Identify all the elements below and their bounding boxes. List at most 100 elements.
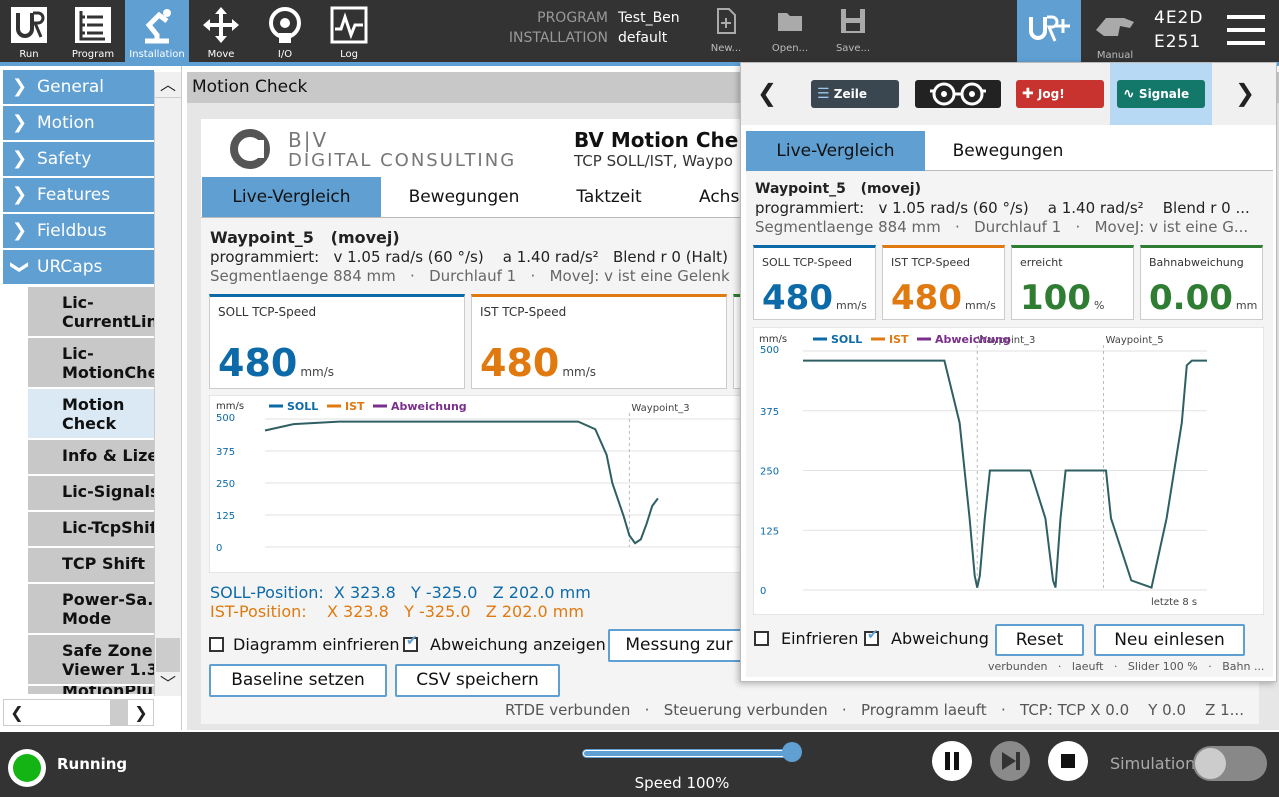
simulation-toggle[interactable] <box>1193 746 1267 781</box>
hscroll-thumb[interactable] <box>110 700 128 725</box>
freeze-chart-checkbox[interactable] <box>209 637 224 652</box>
pill-zeile[interactable]: ☰ Zeile <box>811 80 899 108</box>
subitem-line1: Lic- <box>62 293 94 312</box>
sidebar-item-motion[interactable]: ❯ Motion <box>3 106 154 140</box>
bv-logo-icon <box>230 129 270 169</box>
sidebar-item-label: Features <box>37 185 111 205</box>
top-bar: Run Program Installation Move I/O Log PR… <box>0 0 1279 62</box>
pill-signale[interactable]: ∿ Signale <box>1117 80 1205 108</box>
subitem-line1: Safe Zone <box>62 641 153 660</box>
overlay-freeze-checkbox[interactable] <box>754 631 769 646</box>
sidebar-item-general[interactable]: ❯ General <box>3 70 154 104</box>
reload-button[interactable]: Neu einlesen <box>1094 624 1245 656</box>
subitem-line2: Mode <box>62 609 112 628</box>
card-value: 480 mm/s <box>762 278 867 318</box>
card-value: 480 mm/s <box>891 278 996 318</box>
sidebar-item-features[interactable]: ❯ Features <box>3 178 154 212</box>
nav-installation[interactable]: Installation <box>125 0 189 62</box>
y-tick-label: 125 <box>216 511 235 522</box>
sidebar-subitem-info-lize[interactable]: Info & Lize <box>28 440 154 476</box>
nav-log-label: Log <box>340 49 358 60</box>
tab-bewegungen[interactable]: Bewegungen <box>381 177 547 217</box>
move-arrows-icon: ✚ <box>1022 86 1034 102</box>
tab-taktzeit[interactable]: Taktzeit <box>547 177 671 217</box>
pulse-icon: ∿ <box>1123 86 1135 102</box>
overlay-prev-button[interactable]: ❮ <box>757 77 787 109</box>
scroll-right-button[interactable]: ❯ <box>128 700 154 725</box>
pill-glasses[interactable] <box>915 80 1001 108</box>
reset-button[interactable]: Reset <box>995 624 1084 656</box>
sidebar-subitem-motion-check[interactable]: Motion Check <box>28 389 154 440</box>
save-button[interactable]: Save... <box>828 0 878 62</box>
logo-bv: B|V <box>288 128 329 152</box>
hamburger-menu-button[interactable] <box>1227 14 1265 46</box>
sidebar-subitem-motionplus[interactable]: MotionPlu <box>28 686 154 696</box>
waypoint-label: Waypoint_5 <box>210 228 314 247</box>
scroll-thumb[interactable] <box>156 638 180 672</box>
waypoint-annotation: Waypoint_5 <box>1105 335 1163 346</box>
scroll-left-button[interactable]: ❮ <box>4 700 30 725</box>
value-number: 480 <box>891 278 962 318</box>
checkmark-icon: ✔ <box>406 633 418 649</box>
sidebar-subitem-lic-motioncheck[interactable]: Lic- MotionChe <box>28 338 154 389</box>
y-tick-label: 375 <box>216 447 235 458</box>
overlay-deviation-checkbox[interactable]: ✔ <box>864 627 879 646</box>
manual-mode-button[interactable]: Manual <box>1086 0 1144 62</box>
sidebar-subitem-lic-tcpshift[interactable]: Lic-TcpShift <box>28 512 154 548</box>
sidebar-subitem-lic-currentlin[interactable]: Lic- CurrentLin <box>28 287 154 338</box>
step-button[interactable] <box>990 741 1030 781</box>
freeze-chart-label: Diagramm einfrieren <box>233 635 400 654</box>
nav-run[interactable]: Run <box>0 0 58 62</box>
pause-button[interactable] <box>932 741 972 781</box>
sidebar-subitem-power-saving[interactable]: Power-Sa. Mode <box>28 584 154 635</box>
waypoint-annotation: Waypoint_3 <box>631 403 689 414</box>
hand-icon <box>1096 18 1134 36</box>
scroll-up-button[interactable]: ︿ <box>155 72 181 98</box>
show-deviation-checkbox[interactable]: ✔ <box>403 633 418 652</box>
logo-digital-consulting: DIGITAL CONSULTING <box>288 150 517 171</box>
new-button[interactable]: New... <box>701 0 751 62</box>
pause-icon <box>945 752 959 770</box>
sidebar-subitem-safe-zone[interactable]: Safe Zone Viewer 1.3 <box>28 635 154 686</box>
open-button[interactable]: Open... <box>765 0 815 62</box>
nav-program[interactable]: Program <box>64 0 122 62</box>
subitem-line2: Check <box>62 414 117 433</box>
urcaps-toolbar-button[interactable] <box>1017 0 1081 62</box>
program-icon <box>75 7 111 43</box>
tab-live-vergleich[interactable]: Live-Vergleich <box>202 177 381 217</box>
sidebar-item-safety[interactable]: ❯ Safety <box>3 142 154 176</box>
move-arrows-icon <box>203 7 239 43</box>
sidebar-subitem-lic-signals[interactable]: Lic-Signals <box>28 476 154 512</box>
value-number: 480 <box>480 341 560 385</box>
sidebar-horizontal-scrollbar[interactable]: ❮ ❯ <box>3 699 154 726</box>
y-tick-label: 250 <box>760 467 779 478</box>
pill-jog[interactable]: ✚ Jog! <box>1016 80 1104 108</box>
mode-label: Manual <box>1096 50 1134 61</box>
pill-zeile-label: Zeile <box>833 87 867 101</box>
overlay-tab-live-vergleich[interactable]: Live-Vergleich <box>746 131 925 171</box>
speed-slider-handle[interactable] <box>782 742 802 762</box>
baseline-button[interactable]: Baseline setzen <box>209 664 387 697</box>
sidebar-item-urcaps[interactable]: ❯ URCaps <box>3 250 154 284</box>
scroll-down-button[interactable]: ﹀ <box>155 672 181 696</box>
measure-button[interactable]: Messung zur <box>608 629 748 662</box>
nav-io[interactable]: I/O <box>256 0 314 62</box>
nav-move[interactable]: Move <box>192 0 250 62</box>
programmed-params: programmiert: v 1.05 rad/s (60 °/s) a 1.… <box>210 248 728 266</box>
sidebar-item-fieldbus[interactable]: ❯ Fieldbus <box>3 214 154 248</box>
speed-slider[interactable] <box>582 749 790 758</box>
overlay-next-button[interactable]: ❯ <box>1235 77 1265 109</box>
segment-info: Segmentlaenge 884 mm · Durchlauf 1 · Mov… <box>210 267 730 285</box>
move-type: (movej) <box>860 181 921 197</box>
overlay-tab-bewegungen[interactable]: Bewegungen <box>925 131 1091 171</box>
sidebar-vertical-scrollbar[interactable]: ︿ ﹀ <box>154 72 181 696</box>
sidebar-subitem-tcp-shift[interactable]: TCP Shift <box>28 548 154 584</box>
legend-abweichung: Abweichung <box>935 333 1011 346</box>
soll-position: SOLL-Position: X 323.8 Y -325.0 Z 202.0 … <box>210 583 591 602</box>
csv-save-button[interactable]: CSV speichern <box>395 664 560 697</box>
overlay-ist-card: IST TCP-Speed 480 mm/s <box>882 245 1005 320</box>
stop-button[interactable] <box>1048 741 1088 781</box>
overlay-waypoint: Waypoint_5 (movej) <box>755 181 921 197</box>
pill-jog-label: Jog! <box>1037 87 1065 101</box>
nav-log[interactable]: Log <box>320 0 378 62</box>
